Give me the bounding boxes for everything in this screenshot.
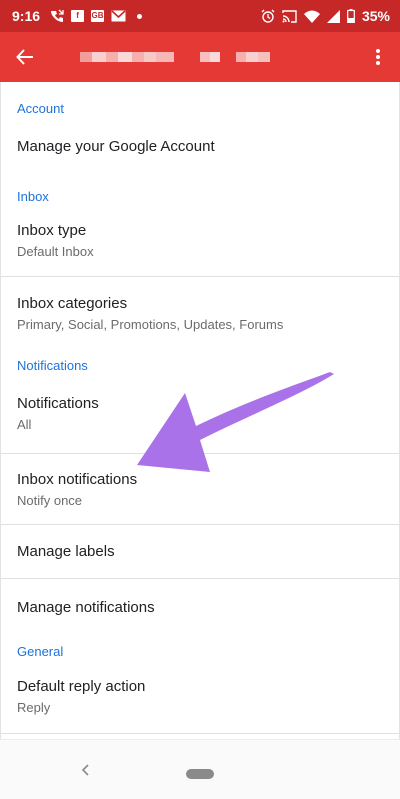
inbox-categories-item[interactable]: Inbox categories Primary, Social, Promot… (1, 277, 399, 349)
item-value: Default Inbox (17, 243, 94, 259)
item-value: Notify once (17, 492, 83, 508)
item-title: Default reply action (17, 677, 146, 695)
more-options-button[interactable] (356, 32, 400, 82)
inbox-notifications-item[interactable]: Inbox notifications Notify once (1, 454, 399, 525)
signal-icon (326, 9, 340, 23)
section-header-notifications: Notifications (17, 358, 88, 373)
section-header-inbox: Inbox (17, 189, 49, 204)
item-title: Manage labels (17, 543, 115, 560)
notifications-item[interactable]: Notifications All (1, 373, 399, 454)
news-icon: GB (91, 10, 105, 22)
app-bar (0, 32, 400, 82)
manage-google-account-item[interactable]: Manage your Google Account (1, 116, 399, 176)
item-title: Inbox type (17, 221, 87, 239)
inbox-type-item[interactable]: Inbox type Default Inbox (1, 204, 399, 277)
more-notifications-dot-icon (137, 13, 143, 19)
chevron-left-icon (81, 764, 89, 776)
item-title: Manage notifications (17, 598, 155, 616)
phone-missed-icon (50, 9, 64, 23)
item-value: Reply (17, 699, 51, 715)
battery-icon (347, 9, 355, 23)
section-header-account: Account (17, 101, 64, 116)
account-title-obscured (80, 52, 270, 62)
manage-labels-item[interactable]: Manage labels (1, 525, 399, 579)
alarm-icon (261, 9, 275, 23)
status-bar: 9:16 f GB 35% (0, 0, 400, 32)
nav-back-button[interactable] (78, 762, 94, 778)
facebook-icon: f (71, 10, 85, 22)
status-time: 9:16 (12, 8, 41, 24)
item-title: Inbox categories (17, 294, 128, 312)
more-vert-icon (376, 49, 380, 65)
wifi-icon (303, 10, 320, 23)
arrow-left-icon (16, 49, 33, 65)
cast-icon (282, 9, 297, 23)
system-navigation-bar (0, 739, 400, 799)
nav-home-pill[interactable] (186, 769, 214, 779)
section-header-general: General (17, 644, 64, 659)
item-title: Notifications (17, 394, 99, 412)
gmail-icon (111, 10, 126, 22)
item-title: Inbox notifications (17, 470, 138, 488)
default-reply-action-item[interactable]: Default reply action Reply (1, 659, 399, 734)
settings-list: Account Manage your Google Account Inbox… (0, 82, 400, 739)
battery-percentage: 35% (361, 8, 390, 24)
status-left: 9:16 f GB (12, 8, 143, 24)
status-right: 35% (261, 8, 390, 24)
back-button[interactable] (0, 32, 50, 82)
item-title: Manage your Google Account (17, 137, 215, 155)
item-value: Primary, Social, Promotions, Updates, Fo… (17, 316, 284, 332)
item-value: All (17, 416, 32, 432)
manage-notifications-item[interactable]: Manage notifications (1, 579, 399, 635)
